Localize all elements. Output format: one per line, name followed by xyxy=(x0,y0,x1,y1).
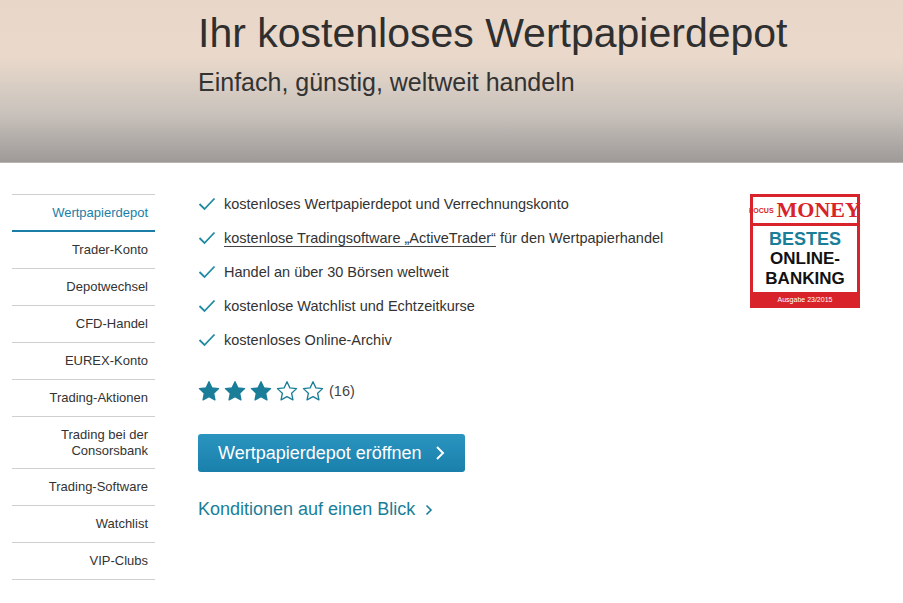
star-icon[interactable] xyxy=(276,380,298,401)
badge-issue: Ausgabe 23/2015 xyxy=(753,295,857,305)
check-icon xyxy=(198,197,216,211)
badge-award: BESTESONLINE-BANKING xyxy=(753,226,857,292)
sidebar-item[interactable]: EUREX-Konto xyxy=(12,343,155,380)
rating[interactable]: (16) xyxy=(198,380,355,401)
sidebar-item[interactable]: Wertpapierdepot xyxy=(12,195,155,232)
sidebar-item[interactable]: Depotwechsel xyxy=(12,269,155,306)
chevron-right-icon xyxy=(425,504,433,516)
sidebar-item[interactable]: Watchlist xyxy=(12,506,155,543)
star-icon[interactable] xyxy=(250,380,272,401)
main-panel: kostenloses Wertpapierdepot und Verrechn… xyxy=(198,194,903,580)
star-icon[interactable] xyxy=(224,380,246,401)
button-label: Wertpapierdepot eröffnen xyxy=(218,443,421,464)
feature-text: kostenlose Watchlist und Echtzeitkurse xyxy=(224,296,475,316)
sidebar-item[interactable]: CFD-Handel xyxy=(12,306,155,343)
feature-item: kostenloses Wertpapierdepot und Verrechn… xyxy=(198,194,663,214)
feature-item: Handel an über 30 Börsen weltweit xyxy=(198,262,663,282)
chevron-right-icon xyxy=(435,445,445,461)
feature-item: kostenlose Watchlist und Echtzeitkurse xyxy=(198,296,663,316)
product-info: kostenloses Wertpapierdepot und Verrechn… xyxy=(198,194,730,580)
rating-count: (16) xyxy=(329,383,355,399)
feature-text: Handel an über 30 Börsen weltweit xyxy=(224,262,449,282)
sidebar: WertpapierdepotTrader-KontoDepotwechselC… xyxy=(12,194,155,580)
badge-brand: FOCUSMONEY xyxy=(753,197,857,223)
check-icon xyxy=(198,265,216,279)
content-area: WertpapierdepotTrader-KontoDepotwechselC… xyxy=(0,163,903,580)
feature-link[interactable]: kostenlose Tradingsoftware „ActiveTrader… xyxy=(224,230,496,247)
feature-label: kostenlose Watchlist und Echtzeitkurse xyxy=(224,298,475,314)
check-icon xyxy=(198,333,216,347)
badge-brand-name: MONEY xyxy=(777,198,861,222)
feature-text: kostenloses Wertpapierdepot und Verrechn… xyxy=(224,194,569,214)
badge-award-line: BANKING xyxy=(765,269,844,289)
feature-label: kostenloses Wertpapierdepot und Verrechn… xyxy=(224,196,569,212)
badge-award-line: ONLINE- xyxy=(770,249,840,269)
sidebar-item[interactable]: Trader-Konto xyxy=(12,232,155,269)
sidebar-item[interactable]: VIP-Clubs xyxy=(12,543,155,580)
star-icon[interactable] xyxy=(198,380,220,401)
feature-list: kostenloses Wertpapierdepot und Verrechn… xyxy=(198,194,663,350)
open-depot-button[interactable]: Wertpapierdepot eröffnen xyxy=(198,434,465,472)
hero-subtitle: Einfach, günstig, weltweit handeln xyxy=(198,66,788,98)
badge-award-line: BESTES xyxy=(769,229,841,249)
sidebar-item[interactable]: Trading-Software xyxy=(12,469,155,506)
feature-label: kostenloses Online-Archiv xyxy=(224,332,392,348)
badge-brand-small: FOCUS xyxy=(749,207,774,214)
feature-text: kostenlose Tradingsoftware „ActiveTrader… xyxy=(224,228,663,248)
feature-label: für den Wertpapierhandel xyxy=(496,230,663,246)
feature-item: kostenlose Tradingsoftware „ActiveTrader… xyxy=(198,228,663,248)
feature-label: Handel an über 30 Börsen weltweit xyxy=(224,264,449,280)
conditions-link[interactable]: Konditionen auf einen Blick xyxy=(198,499,433,520)
check-icon xyxy=(198,299,216,313)
page: Ihr kostenloses Wertpapierdepot Einfach, … xyxy=(0,0,903,603)
sidebar-item[interactable]: Trading bei der Consorsbank xyxy=(12,417,155,469)
hero-title: Ihr kostenloses Wertpapierdepot xyxy=(198,8,788,58)
sidebar-item[interactable]: Trading-Aktionen xyxy=(12,380,155,417)
hero-text: Ihr kostenloses Wertpapierdepot Einfach, … xyxy=(0,0,788,162)
star-icon[interactable] xyxy=(302,380,324,401)
check-icon xyxy=(198,231,216,245)
award-badge: FOCUSMONEY BESTESONLINE-BANKING Ausgabe 23… xyxy=(750,194,860,308)
hero-banner: Ihr kostenloses Wertpapierdepot Einfach, … xyxy=(0,0,903,163)
feature-text: kostenloses Online-Archiv xyxy=(224,330,392,350)
feature-item: kostenloses Online-Archiv xyxy=(198,330,663,350)
conditions-label: Konditionen auf einen Blick xyxy=(198,499,415,520)
